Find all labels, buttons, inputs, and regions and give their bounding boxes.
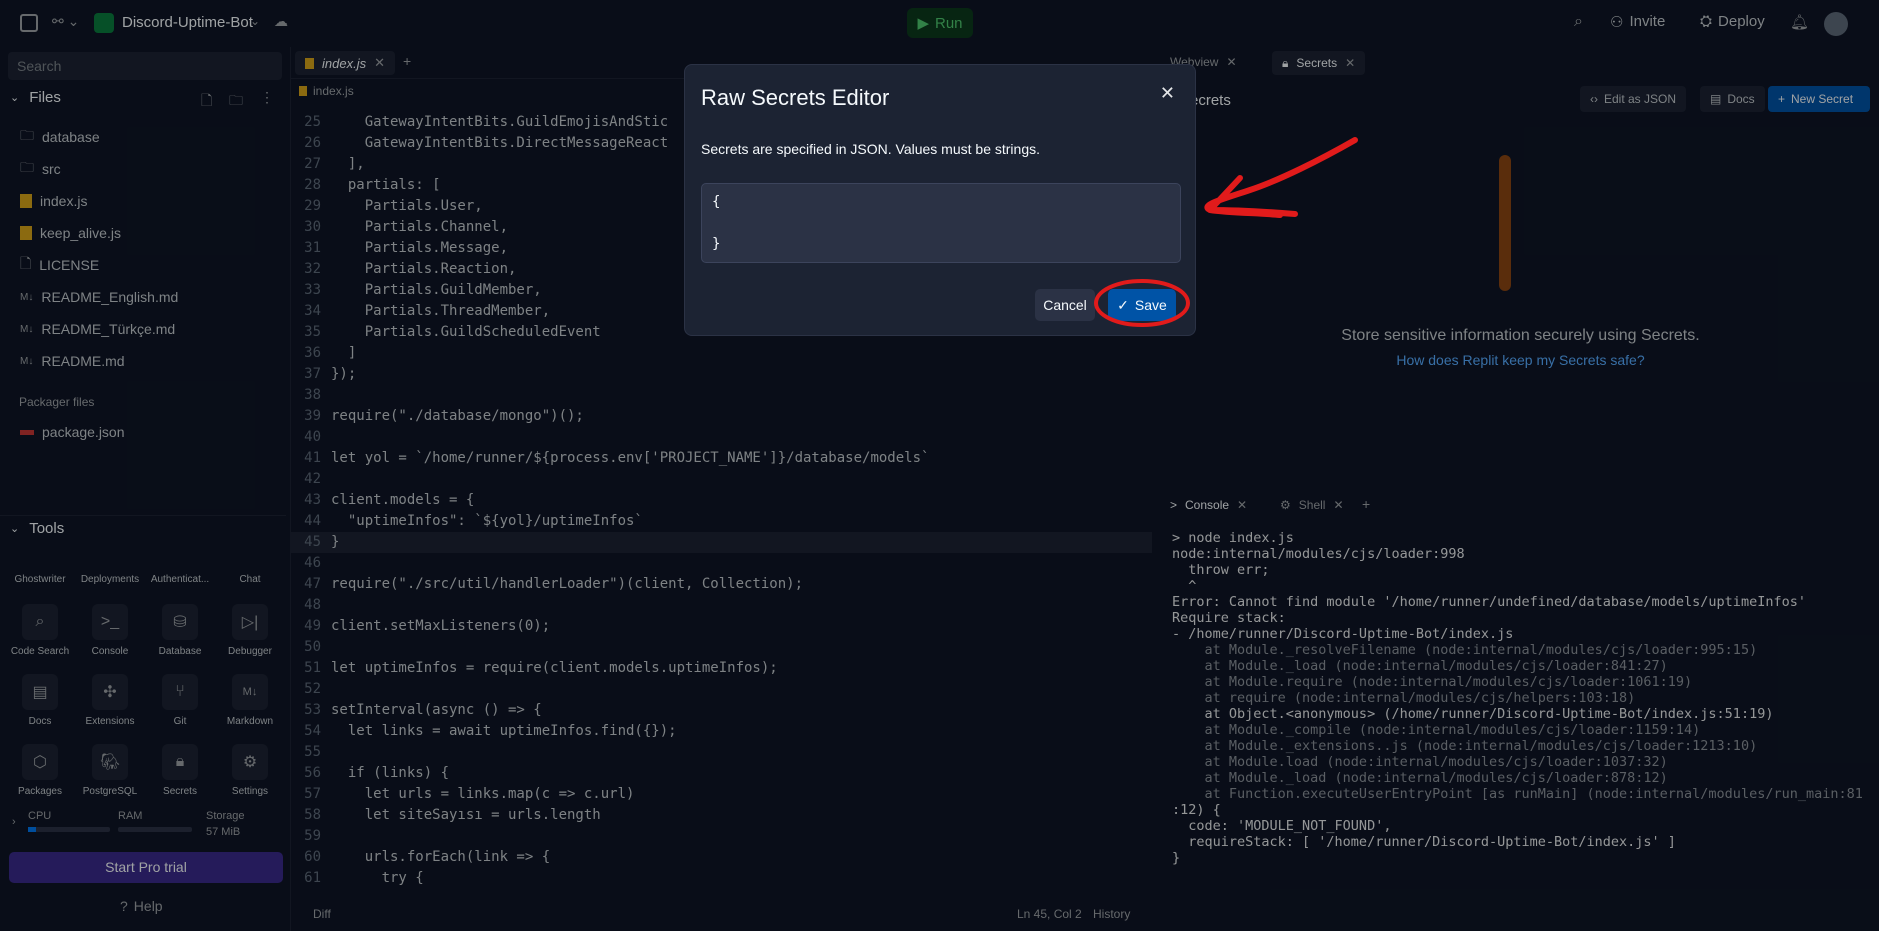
secrets-json-textarea[interactable]: { } <box>701 183 1181 263</box>
save-button[interactable]: ✓ Save <box>1108 289 1176 321</box>
close-icon[interactable]: ✕ <box>1160 83 1175 104</box>
save-label: Save <box>1134 297 1167 313</box>
check-icon: ✓ <box>1117 296 1129 313</box>
modal-title: Raw Secrets Editor <box>701 85 890 110</box>
raw-secrets-editor-modal: Raw Secrets Editor ✕ Secrets are specifi… <box>684 64 1196 336</box>
cancel-button[interactable]: Cancel <box>1035 289 1095 321</box>
modal-description: Secrets are specified in JSON. Values mu… <box>701 141 1040 157</box>
